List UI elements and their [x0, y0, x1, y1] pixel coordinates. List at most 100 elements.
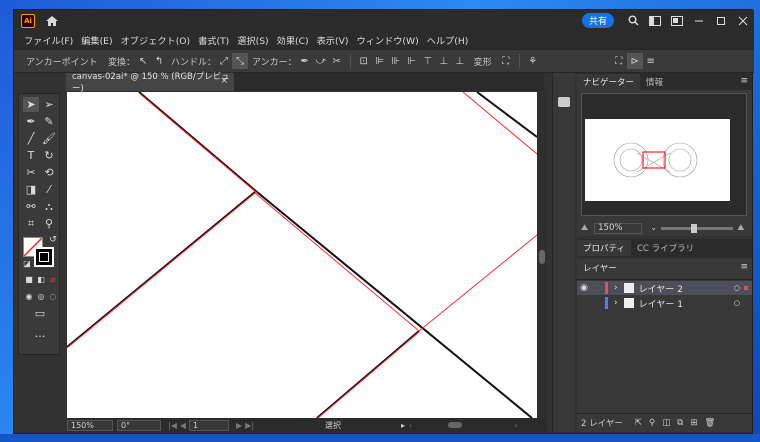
clipping-mask-icon[interactable]: ◫ — [662, 418, 670, 428]
control-menu-icon[interactable]: ≡ — [643, 53, 659, 69]
minimize-icon[interactable] — [688, 10, 710, 31]
tab-cc-libraries[interactable]: CC ライブラリ — [631, 240, 700, 256]
close-icon[interactable] — [732, 10, 754, 31]
align-vcenter-icon[interactable]: ⊥ — [436, 53, 452, 69]
next-artboard-icon[interactable]: ▶ — [236, 421, 242, 430]
align-to-icon[interactable]: ⊡ — [356, 53, 372, 69]
gradient-tool-icon[interactable]: ◨ — [23, 182, 39, 197]
expand-chevron-icon[interactable]: › — [614, 298, 618, 308]
hscroll-right-icon[interactable]: › — [514, 421, 517, 430]
arrange-icon[interactable]: ⛶ — [611, 53, 627, 69]
none-mode-icon[interactable]: ⧄ — [45, 272, 61, 287]
menu-type[interactable]: 書式(T) — [194, 33, 233, 47]
selection-tool-icon[interactable]: ➤ — [23, 97, 39, 112]
stroke-swatch[interactable] — [34, 247, 54, 267]
artboard-canvas[interactable] — [67, 92, 537, 418]
artboard-number-field[interactable]: 1 — [189, 419, 230, 431]
navigator-zoom-slider[interactable] — [661, 223, 734, 233]
pen-tool-icon[interactable]: ✒ — [23, 114, 39, 129]
arrange-documents-icon[interactable] — [666, 10, 688, 31]
zoom-out-icon[interactable]: ⛰ — [581, 223, 588, 233]
direct-selection-tool-icon[interactable]: ➢ — [41, 97, 57, 112]
layer-name[interactable]: レイヤー 2 — [639, 282, 683, 295]
show-handles-icon[interactable]: ⤢ — [216, 53, 232, 69]
zoom-dropdown-icon[interactable]: ⌄ — [650, 223, 657, 233]
convert-smooth-icon[interactable]: ↰ — [151, 53, 167, 69]
rotation-field[interactable]: 0° — [117, 419, 161, 431]
panel-options-icon[interactable]: ⊳ — [626, 53, 643, 69]
close-document-icon[interactable]: × — [220, 76, 228, 86]
transform-label[interactable]: 変形 — [474, 55, 492, 68]
type-tool-icon[interactable]: T — [23, 148, 39, 163]
new-layer-icon[interactable]: ⊞ — [690, 418, 697, 428]
layer-row-2[interactable]: ◉ › レイヤー 2 ○ — [577, 281, 752, 295]
align-hcenter-icon[interactable]: ⊪ — [388, 53, 404, 69]
layer-row-1[interactable]: › レイヤー 1 ○ — [577, 296, 752, 310]
eyedropper-tool-icon[interactable]: ⁄ — [41, 182, 57, 197]
isolate-icon[interactable]: ⛶ — [498, 53, 514, 69]
locate-object-icon[interactable]: ⚲ — [649, 418, 655, 428]
horizontal-scroll-thumb[interactable] — [448, 422, 463, 428]
layers-menu-icon[interactable]: ≡ — [740, 262, 748, 272]
artboard-tool-icon[interactable]: ⌗ — [23, 216, 39, 231]
navigator-zoom-field[interactable]: 150% — [594, 222, 643, 234]
shape-builder-tool-icon[interactable]: ⛬ — [41, 199, 57, 214]
navigator-preview[interactable] — [581, 93, 747, 216]
menu-edit[interactable]: 編集(E) — [77, 33, 116, 47]
menu-effect[interactable]: 効果(C) — [273, 33, 313, 47]
selection-indicator[interactable] — [744, 286, 748, 290]
tab-properties[interactable]: プロパティ — [577, 240, 631, 256]
rotate-tool-icon[interactable]: ↻ — [41, 148, 57, 163]
tab-navigator[interactable]: ナビゲーター — [577, 74, 641, 90]
line-tool-icon[interactable]: ╱ — [23, 131, 39, 146]
home-icon[interactable] — [45, 15, 59, 27]
tab-info[interactable]: 情報 — [640, 74, 669, 90]
hscroll-left-icon[interactable]: ‹ — [409, 421, 412, 430]
hide-handles-icon[interactable]: ⤡ — [232, 53, 249, 69]
zoom-tool-icon[interactable]: ⚲ — [41, 216, 57, 231]
maximize-icon[interactable] — [710, 10, 732, 31]
default-colors-icon[interactable]: ◪ — [19, 256, 35, 271]
puppet-warp-icon[interactable]: ⚘ — [525, 53, 541, 69]
tab-layers[interactable]: レイヤー — [577, 260, 623, 276]
remove-anchor-icon[interactable]: ✒ — [297, 53, 313, 69]
cut-path-icon[interactable]: ✂ — [329, 53, 345, 69]
vertical-scrollbar[interactable] — [537, 92, 547, 418]
document-tab[interactable]: canvas-02ai* @ 150 % (RGB/プレビュー) × — [66, 72, 234, 94]
menu-help[interactable]: ヘルプ(H) — [423, 33, 473, 47]
target-circle-icon[interactable]: ○ — [734, 299, 740, 307]
menu-file[interactable]: ファイル(F) — [20, 33, 77, 47]
visibility-eye-icon[interactable]: ◉ — [577, 283, 591, 293]
panel-menu-icon[interactable]: ≡ — [740, 76, 748, 86]
curvature-tool-icon[interactable]: ✎ — [41, 114, 57, 129]
menu-select[interactable]: 選択(S) — [233, 33, 272, 47]
connect-anchor-icon[interactable]: ⤻ — [313, 53, 329, 69]
status-arrow-icon[interactable]: ▸ — [401, 421, 405, 430]
warp-tool-icon[interactable]: ⟲ — [41, 165, 57, 180]
new-sublayer-icon[interactable]: ⧉ — [677, 418, 683, 428]
target-circle-icon[interactable]: ○ — [734, 284, 740, 292]
swap-fill-stroke-icon[interactable]: ↺ — [45, 232, 61, 247]
comments-icon[interactable] — [558, 97, 570, 107]
zoom-field[interactable]: 150% — [67, 419, 113, 431]
prev-artboard-icon[interactable]: ◀ — [180, 421, 186, 430]
edit-toolbar-icon[interactable]: … — [32, 326, 48, 341]
layer-name[interactable]: レイヤー 1 — [639, 297, 683, 310]
menu-object[interactable]: オブジェクト(O) — [117, 33, 195, 47]
align-top-icon[interactable]: ⊤ — [420, 53, 436, 69]
scissors-tool-icon[interactable]: ✂ — [23, 165, 39, 180]
search-icon[interactable] — [622, 10, 644, 31]
blend-tool-icon[interactable]: ⚯ — [23, 199, 39, 214]
first-artboard-icon[interactable]: |◀ — [168, 421, 177, 430]
align-left-icon[interactable]: ⊫ — [372, 53, 388, 69]
status-mode[interactable]: 選択 — [325, 420, 341, 431]
paintbrush-tool-icon[interactable]: 🖌 — [41, 131, 57, 146]
workspace-layout-icon[interactable] — [644, 10, 666, 31]
delete-icon[interactable]: 🗑 — [704, 418, 715, 428]
share-button[interactable]: 共有 — [581, 13, 614, 28]
menu-view[interactable]: 表示(V) — [313, 33, 353, 47]
expand-chevron-icon[interactable]: › — [614, 283, 618, 293]
last-artboard-icon[interactable]: ▶| — [245, 421, 254, 430]
draw-inside-icon[interactable]: ◌ — [45, 289, 61, 304]
export-icon[interactable]: ⇱ — [635, 418, 642, 428]
